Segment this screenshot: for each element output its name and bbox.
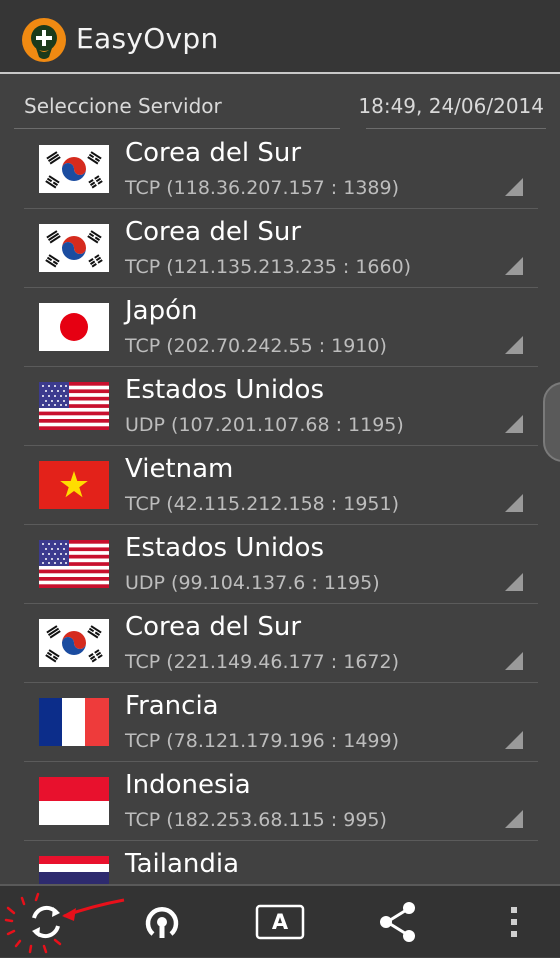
font-button-label: A (271, 910, 289, 934)
server-row[interactable]: Corea del Sur TCP (121.135.213.235 : 166… (24, 210, 538, 288)
server-country: Japón (125, 296, 198, 326)
server-list[interactable]: Corea del Sur TCP (118.36.207.157 : 1389… (0, 131, 560, 884)
header-divider (14, 128, 340, 129)
usa-flag-icon (39, 382, 109, 430)
vpn-connect-icon (145, 907, 179, 938)
server-address: UDP (99.104.137.6 : 1195) (125, 572, 380, 594)
south-korea-flag-icon (39, 619, 109, 667)
header-divider (366, 128, 546, 129)
corner-triangle-icon (505, 415, 523, 433)
server-address: TCP (182.253.68.115 : 995) (125, 809, 387, 831)
app-title: EasyOvpn (76, 22, 219, 55)
server-row[interactable]: Tailandia (24, 842, 538, 884)
easyovpn-logo-icon[interactable] (21, 17, 67, 63)
server-row[interactable]: Corea del Sur TCP (221.149.46.177 : 1672… (24, 605, 538, 683)
annotation-highlight-icon (4, 892, 125, 954)
corner-triangle-icon (505, 731, 523, 749)
server-row[interactable]: Francia TCP (78.121.179.196 : 1499) (24, 684, 538, 762)
share-icon (380, 902, 415, 942)
corner-triangle-icon (505, 257, 523, 275)
server-country: Corea del Sur (125, 138, 302, 168)
last-update-datetime: 18:49, 24/06/2014 (358, 94, 544, 118)
server-address: TCP (42.115.212.158 : 1951) (125, 493, 400, 515)
server-country: Estados Unidos (125, 375, 325, 405)
overflow-menu-button[interactable] (488, 896, 540, 948)
server-country: Corea del Sur (125, 217, 302, 247)
scroll-handle[interactable] (543, 382, 560, 462)
corner-triangle-icon (505, 652, 523, 670)
server-country: Indonesia (125, 770, 251, 800)
indonesia-flag-icon (39, 777, 109, 825)
vietnam-flag-icon (39, 461, 109, 509)
server-row[interactable]: Estados Unidos UDP (99.104.137.6 : 1195) (24, 526, 538, 604)
server-address: TCP (202.70.242.55 : 1910) (125, 335, 387, 357)
server-address: UDP (107.201.107.68 : 1195) (125, 414, 404, 436)
server-row[interactable]: Indonesia TCP (182.253.68.115 : 995) (24, 763, 538, 841)
corner-triangle-icon (505, 336, 523, 354)
usa-flag-icon (39, 540, 109, 588)
server-address: TCP (221.149.46.177 : 1672) (125, 651, 400, 673)
server-country: Vietnam (125, 454, 234, 484)
bottom-toolbar: A (0, 884, 560, 957)
corner-triangle-icon (505, 573, 523, 591)
action-bar: EasyOvpn (0, 0, 560, 74)
corner-triangle-icon (505, 494, 523, 512)
japan-flag-icon (39, 303, 109, 351)
server-row[interactable]: Estados Unidos UDP (107.201.107.68 : 119… (24, 368, 538, 446)
server-country: Francia (125, 691, 219, 721)
server-address: TCP (78.121.179.196 : 1499) (125, 730, 400, 752)
server-row[interactable]: Japón TCP (202.70.242.55 : 1910) (24, 289, 538, 367)
server-row[interactable]: Vietnam TCP (42.115.212.158 : 1951) (24, 447, 538, 525)
vpn-connect-button[interactable] (136, 896, 188, 948)
server-list-header: Seleccione Servidor 18:49, 24/06/2014 (0, 74, 560, 130)
server-country: Corea del Sur (125, 612, 302, 642)
south-korea-flag-icon (39, 145, 109, 193)
share-button[interactable] (372, 896, 424, 948)
server-address: TCP (118.36.207.157 : 1389) (125, 177, 400, 199)
server-country: Tailandia (125, 849, 240, 879)
select-server-label: Seleccione Servidor (24, 94, 222, 118)
server-address: TCP (121.135.213.235 : 1660) (125, 256, 412, 278)
thailand-flag-icon (39, 856, 109, 884)
server-country: Estados Unidos (125, 533, 325, 563)
south-korea-flag-icon (39, 224, 109, 272)
server-row[interactable]: Corea del Sur TCP (118.36.207.157 : 1389… (24, 131, 538, 209)
france-flag-icon (39, 698, 109, 746)
corner-triangle-icon (505, 810, 523, 828)
more-vertical-icon (511, 907, 517, 937)
font-size-button[interactable]: A (254, 896, 306, 948)
corner-triangle-icon (505, 178, 523, 196)
